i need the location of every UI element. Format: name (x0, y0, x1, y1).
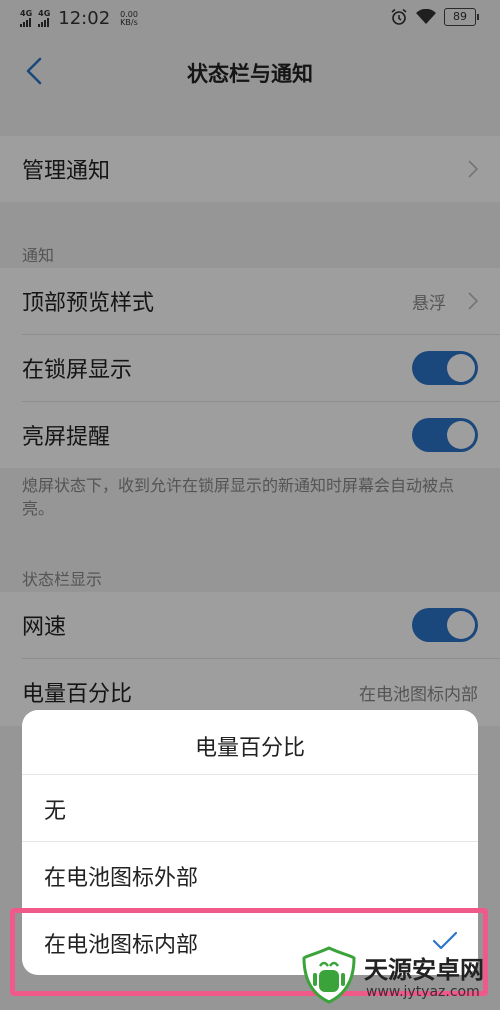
option-label: 在电池图标外部 (44, 866, 199, 891)
sheet-title: 电量百分比 (194, 736, 305, 761)
watermark-logo-icon (302, 946, 356, 1004)
watermark: 天源安卓网 www.jytyaz.com (300, 946, 500, 1010)
option-label: 无 (44, 799, 67, 824)
watermark-url: www.jytyaz.com (366, 984, 480, 1000)
settings-screen: 4G 4G 12:02 0.00 KB/s 89 状态栏与通知 管理通知 通知 … (0, 0, 500, 1010)
option-outside-battery[interactable]: 在电池图标外部 (22, 842, 478, 908)
watermark-name: 天源安卓网 (364, 956, 484, 984)
option-none[interactable]: 无 (22, 775, 478, 841)
